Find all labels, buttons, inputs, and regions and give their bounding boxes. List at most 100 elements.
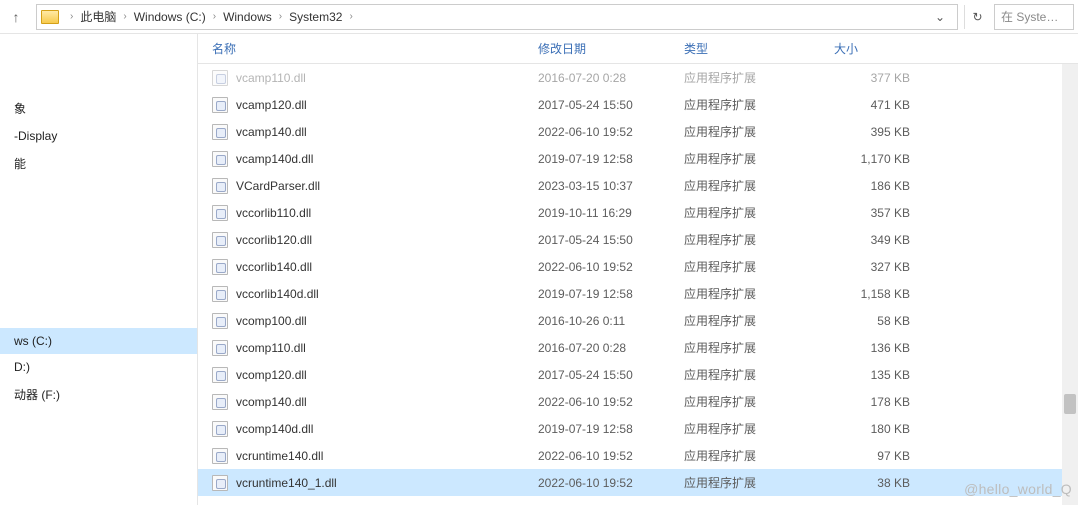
column-name[interactable]: 名称: [198, 40, 524, 57]
file-row[interactable]: vcomp140.dll2022-06-10 19:52应用程序扩展178 KB: [198, 388, 1078, 415]
file-date: 2019-07-19 12:58: [524, 422, 670, 436]
nav-up-button[interactable]: ↑: [4, 5, 28, 29]
file-date: 2022-06-10 19:52: [524, 125, 670, 139]
file-row[interactable]: vccorlib120.dll 2017-05-24 15:50应用程序扩展349…: [198, 226, 1078, 253]
file-row[interactable]: vcomp140d.dll 2019-07-19 12:58应用程序扩展180 K…: [198, 415, 1078, 442]
file-date: 2019-10-11 16:29: [524, 206, 670, 220]
dll-file-icon: [212, 259, 228, 275]
dll-file-icon: [212, 151, 228, 167]
file-row[interactable]: vccorlib140.dll2022-06-10 19:52应用程序扩展327…: [198, 253, 1078, 280]
file-name: vcamp140d.dll: [236, 152, 313, 166]
folder-icon: [41, 10, 59, 24]
file-name: VCardParser.dll: [236, 179, 320, 193]
dll-file-icon: [212, 448, 228, 464]
file-row[interactable]: vcomp120.dll2017-05-24 15:50应用程序扩展135 KB: [198, 361, 1078, 388]
chevron-right-icon[interactable]: ›: [65, 11, 78, 22]
file-type: 应用程序扩展: [670, 231, 820, 248]
sidebar: 象-Display能 ws (C:)D:)动器 (F:): [0, 34, 198, 505]
column-date[interactable]: 修改日期: [524, 40, 670, 57]
dll-file-icon: [212, 475, 228, 491]
crumb-system32[interactable]: System32: [287, 10, 344, 24]
chevron-right-icon[interactable]: ›: [118, 11, 131, 22]
file-date: 2022-06-10 19:52: [524, 395, 670, 409]
file-row[interactable]: vcomp110.dll2016-07-20 0:28应用程序扩展136 KB: [198, 334, 1078, 361]
file-type: 应用程序扩展: [670, 258, 820, 275]
chevron-right-icon[interactable]: ›: [208, 11, 221, 22]
file-type: 应用程序扩展: [670, 312, 820, 329]
refresh-button[interactable]: ↻: [964, 5, 990, 29]
file-size: 38 KB: [820, 476, 920, 490]
file-name: vcomp140d.dll: [236, 422, 313, 436]
file-row[interactable]: vcruntime140_1.dll2022-06-10 19:52应用程序扩展…: [198, 469, 1078, 496]
scrollbar[interactable]: [1062, 64, 1078, 505]
sidebar-drive-item[interactable]: 动器 (F:): [0, 380, 197, 409]
file-date: 2019-07-19 12:58: [524, 287, 670, 301]
chevron-down-icon[interactable]: ⌄: [927, 5, 953, 29]
file-type: 应用程序扩展: [670, 420, 820, 437]
file-name: vccorlib140d.dll: [236, 287, 319, 301]
file-name: vcomp100.dll: [236, 314, 307, 328]
file-size: 471 KB: [820, 98, 920, 112]
column-headers: 名称 修改日期 类型 大小: [198, 34, 1078, 64]
file-row[interactable]: vcamp140d.dll2019-07-19 12:58应用程序扩展1,170…: [198, 145, 1078, 172]
crumb-this-pc[interactable]: 此电脑: [78, 8, 118, 25]
file-name: vcruntime140.dll: [236, 449, 323, 463]
file-date: 2019-07-19 12:58: [524, 152, 670, 166]
crumb-windows[interactable]: Windows: [221, 10, 274, 24]
dll-file-icon: [212, 421, 228, 437]
file-size: 136 KB: [820, 341, 920, 355]
file-date: 2023-03-15 10:37: [524, 179, 670, 193]
sidebar-item[interactable]: 象: [0, 94, 197, 123]
file-row[interactable]: vcamp120.dll2017-05-24 15:50应用程序扩展471 KB: [198, 91, 1078, 118]
file-list-pane: 名称 修改日期 类型 大小 vcamp110.dll2016-07-20 0:2…: [198, 34, 1078, 505]
file-name: vcamp120.dll: [236, 98, 307, 112]
file-date: 2016-10-26 0:11: [524, 314, 670, 328]
file-row[interactable]: VCardParser.dll2023-03-15 10:37应用程序扩展186…: [198, 172, 1078, 199]
file-name: vccorlib110.dll: [236, 206, 311, 220]
file-size: 1,170 KB: [820, 152, 920, 166]
file-size: 178 KB: [820, 395, 920, 409]
up-arrow-icon: ↑: [13, 9, 20, 25]
file-type: 应用程序扩展: [670, 204, 820, 221]
file-row[interactable]: vccorlib140d.dll2019-07-19 12:58应用程序扩展1,…: [198, 280, 1078, 307]
file-date: 2022-06-10 19:52: [524, 260, 670, 274]
file-date: 2022-06-10 19:52: [524, 449, 670, 463]
dll-file-icon: [212, 70, 228, 86]
file-size: 349 KB: [820, 233, 920, 247]
file-date: 2016-07-20 0:28: [524, 71, 670, 85]
sidebar-item[interactable]: 能: [0, 149, 197, 178]
file-size: 186 KB: [820, 179, 920, 193]
breadcrumb[interactable]: › 此电脑 › Windows (C:) › Windows › System3…: [36, 4, 958, 30]
file-size: 1,158 KB: [820, 287, 920, 301]
file-date: 2022-06-10 19:52: [524, 476, 670, 490]
chevron-right-icon[interactable]: ›: [274, 11, 287, 22]
chevron-right-icon[interactable]: ›: [344, 11, 357, 22]
file-row[interactable]: vcomp100.dll2016-10-26 0:11应用程序扩展58 KB: [198, 307, 1078, 334]
watermark: @hello_world_Q: [964, 481, 1072, 497]
file-row[interactable]: vcamp140.dll2022-06-10 19:52应用程序扩展395 KB: [198, 118, 1078, 145]
dll-file-icon: [212, 232, 228, 248]
file-size: 327 KB: [820, 260, 920, 274]
dll-file-icon: [212, 313, 228, 329]
dll-file-icon: [212, 286, 228, 302]
file-size: 180 KB: [820, 422, 920, 436]
file-name: vccorlib120.dll: [236, 233, 312, 247]
file-row[interactable]: vcruntime140.dll2022-06-10 19:52应用程序扩展97…: [198, 442, 1078, 469]
scrollbar-thumb[interactable]: [1064, 394, 1076, 414]
file-type: 应用程序扩展: [670, 393, 820, 410]
file-name: vcomp120.dll: [236, 368, 307, 382]
file-date: 2017-05-24 15:50: [524, 233, 670, 247]
file-type: 应用程序扩展: [670, 96, 820, 113]
column-type[interactable]: 类型: [670, 40, 820, 57]
sidebar-item[interactable]: -Display: [0, 123, 197, 149]
column-size[interactable]: 大小: [820, 40, 920, 57]
file-name: vcruntime140_1.dll: [236, 476, 337, 490]
sidebar-drive-item[interactable]: D:): [0, 354, 197, 380]
sidebar-drive-item[interactable]: ws (C:): [0, 328, 197, 354]
crumb-drive-c[interactable]: Windows (C:): [132, 10, 208, 24]
file-row[interactable]: vccorlib110.dll2019-10-11 16:29应用程序扩展357…: [198, 199, 1078, 226]
search-input[interactable]: 在 Syste…: [994, 4, 1074, 30]
file-row[interactable]: vcamp110.dll2016-07-20 0:28应用程序扩展377 KB: [198, 64, 1078, 91]
file-type: 应用程序扩展: [670, 366, 820, 383]
dll-file-icon: [212, 97, 228, 113]
